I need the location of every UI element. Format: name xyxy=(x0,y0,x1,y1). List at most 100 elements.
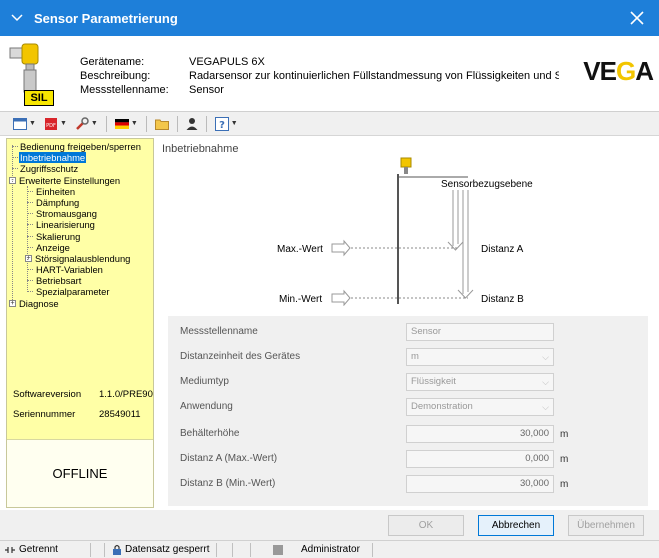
form-input[interactable]: 30,000 xyxy=(406,425,554,443)
chevron-down-icon: ▼ xyxy=(130,120,138,127)
toolbar-separator xyxy=(145,115,147,132)
form-row: Anwendung Demonstration ⌵ xyxy=(168,395,648,419)
user-icon xyxy=(186,117,198,130)
tree-item[interactable]: Bedienung freigeben/sperren xyxy=(7,141,153,152)
dataset-status: Datensatz gesperrt xyxy=(112,541,210,558)
help-icon: ? xyxy=(214,116,229,131)
folder-icon xyxy=(154,119,169,130)
tree-item[interactable]: Dämpfung xyxy=(7,197,153,208)
language-flag-icon xyxy=(114,118,129,129)
pdf-menu-button[interactable]: PDF ▼ xyxy=(41,114,70,134)
software-version-value: 1.1.0/PRE90 xyxy=(99,389,153,400)
form-row-label: Distanz A (Max.-Wert) xyxy=(180,453,278,464)
form-row: Mediumtyp Flüssigkeit ⌵ xyxy=(168,370,648,394)
pdf-icon: PDF xyxy=(44,117,57,130)
form-value: 30,000 xyxy=(519,478,549,489)
tree-item[interactable]: + Störsignalausblendung xyxy=(7,253,153,264)
toolbar-separator xyxy=(205,115,207,132)
ok-button[interactable]: OK xyxy=(388,515,464,536)
connection-state: OFFLINE xyxy=(7,439,153,507)
tree-item[interactable]: HART-Variablen xyxy=(7,264,153,275)
tree-item-label: Skalierung xyxy=(36,230,81,242)
tree-item-label: Bedienung freigeben/sperren xyxy=(20,141,141,152)
status-bar: Getrennt Datensatz gesperrt Administrato… xyxy=(0,540,659,558)
tree-item[interactable]: Betriebsart xyxy=(7,275,153,286)
svg-text:PDF: PDF xyxy=(46,123,56,129)
tree-item[interactable]: Spezialparameter xyxy=(7,286,153,297)
form-row-label: Messstellenname xyxy=(180,326,258,337)
form-row-label: Anwendung xyxy=(180,401,233,412)
chevron-down-icon: ⌵ xyxy=(542,402,549,412)
tree-item[interactable]: Skalierung xyxy=(7,231,153,242)
tree-connector xyxy=(12,145,13,304)
dataset-status-text: Datensatz gesperrt xyxy=(125,543,210,555)
distance-b-arrow xyxy=(457,190,474,299)
tree-item[interactable]: Anzeige xyxy=(7,242,153,253)
form-select[interactable]: Flüssigkeit ⌵ xyxy=(406,373,554,391)
status-separator xyxy=(232,543,233,557)
tree-item-label: Erweiterte Einstellungen xyxy=(19,174,121,186)
language-menu-button[interactable]: ▼ xyxy=(112,114,141,134)
window-title: Sensor Parametrierung xyxy=(34,10,178,26)
tree-item-label: Linearisierung xyxy=(36,219,95,231)
min-label: Min.-Wert xyxy=(279,294,322,305)
software-version-row: Softwareversion 1.1.0/PRE90 xyxy=(13,389,153,409)
form-select[interactable]: Demonstration ⌵ xyxy=(406,398,554,416)
status-separator xyxy=(104,543,105,557)
help-menu-button[interactable]: ? ▼ xyxy=(212,114,241,134)
open-folder-button[interactable] xyxy=(152,114,172,134)
lock-icon xyxy=(113,544,121,555)
form-select[interactable]: m ⌵ xyxy=(406,348,554,366)
distance-b-label: Distanz B xyxy=(481,294,524,305)
tree-item[interactable]: Inbetriebnahme xyxy=(7,152,153,164)
chevron-down-icon: ⌵ xyxy=(542,377,549,387)
user-button[interactable] xyxy=(183,114,201,134)
description-value: Radarsensor zur kontinuierlichen Füllsta… xyxy=(189,70,559,82)
tree-item[interactable]: Stromausgang xyxy=(7,208,153,219)
form-row-label: Distanzeinheit des Gerätes xyxy=(180,351,301,362)
user-status: Administrator xyxy=(272,541,360,558)
tools-menu-button[interactable]: ▼ xyxy=(72,114,101,134)
max-arrow-icon xyxy=(331,239,351,257)
serial-number-label: Seriennummer xyxy=(13,409,76,420)
tree-item[interactable]: Zugriffsschutz xyxy=(7,163,153,174)
close-icon[interactable] xyxy=(615,0,659,36)
chevron-down-icon: ▼ xyxy=(90,120,98,127)
tree-item[interactable]: Einheiten xyxy=(7,186,153,197)
form-row: Messstellenname Sensor xyxy=(168,320,648,344)
form-input[interactable]: 0,000 xyxy=(406,450,554,468)
toolbar-separator xyxy=(105,115,107,132)
view-menu-button[interactable]: ▼ xyxy=(10,114,39,134)
collapse-chevron-icon[interactable] xyxy=(0,14,34,22)
tree-item-label: Störsignalausblendung xyxy=(35,252,131,264)
unit-label: m xyxy=(560,429,569,440)
unit-label: m xyxy=(560,479,569,490)
form-row: Distanz A (Max.-Wert) 0,000 m xyxy=(168,447,648,471)
reference-label: Sensorbezugsebene xyxy=(441,179,533,190)
form-value: Demonstration xyxy=(411,401,473,412)
form-input[interactable]: Sensor xyxy=(406,323,554,341)
section-title: Inbetriebnahme xyxy=(162,143,239,155)
connection-status-text: Getrennt xyxy=(19,543,58,555)
tree-item[interactable]: - Erweiterte Einstellungen xyxy=(7,175,153,186)
serial-number-row: Seriennummer 28549011 xyxy=(13,409,153,429)
form-row: Distanzeinheit des Gerätes m ⌵ xyxy=(168,345,648,369)
form-input[interactable]: 30,000 xyxy=(406,475,554,493)
main-panel: Inbetriebnahme Sensorbezugsebene Max.-We… xyxy=(158,138,653,508)
cancel-button[interactable]: Abbrechen xyxy=(478,515,554,536)
tools-icon xyxy=(75,116,89,130)
form-value: 0,000 xyxy=(525,453,549,464)
tree-item-label: Diagnose xyxy=(19,297,59,309)
svg-text:?: ? xyxy=(219,120,225,131)
status-separator xyxy=(372,543,373,557)
form-value: m xyxy=(411,351,419,362)
tree-connector xyxy=(27,185,28,293)
tree-item-label: Spezialparameter xyxy=(36,286,110,298)
tree-item[interactable]: + Diagnose xyxy=(7,298,153,309)
vega-logo: VEGA xyxy=(583,56,654,86)
tree-item[interactable]: Linearisierung xyxy=(7,219,153,230)
form-row-label: Behälterhöhe xyxy=(180,428,240,439)
apply-button[interactable]: Übernehmen xyxy=(568,515,644,536)
software-version-label: Softwareversion xyxy=(13,389,82,400)
unit-label: m xyxy=(560,454,569,465)
